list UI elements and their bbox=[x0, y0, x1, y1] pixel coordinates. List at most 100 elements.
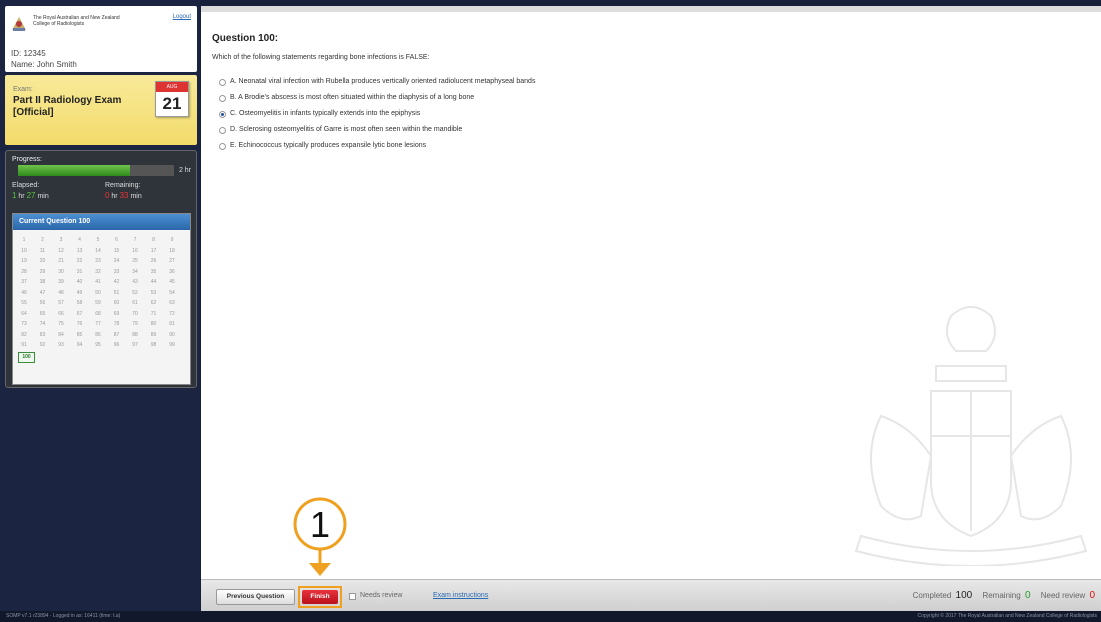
question-number-25[interactable]: 25 bbox=[129, 257, 141, 266]
question-number-8[interactable]: 8 bbox=[148, 236, 160, 245]
question-number-47[interactable]: 47 bbox=[37, 289, 49, 298]
question-number-10[interactable]: 10 bbox=[18, 247, 30, 256]
question-number-13[interactable]: 13 bbox=[74, 247, 86, 256]
question-number-91[interactable]: 91 bbox=[18, 341, 30, 350]
radio-button[interactable] bbox=[219, 79, 226, 86]
question-number-23[interactable]: 23 bbox=[92, 257, 104, 266]
question-number-78[interactable]: 78 bbox=[111, 320, 123, 329]
question-number-51[interactable]: 51 bbox=[111, 289, 123, 298]
question-number-95[interactable]: 95 bbox=[92, 341, 104, 350]
question-number-67[interactable]: 67 bbox=[74, 310, 86, 319]
question-number-63[interactable]: 63 bbox=[166, 299, 178, 308]
question-number-44[interactable]: 44 bbox=[148, 278, 160, 287]
question-number-41[interactable]: 41 bbox=[92, 278, 104, 287]
question-number-14[interactable]: 14 bbox=[92, 247, 104, 256]
radio-button[interactable] bbox=[219, 95, 226, 102]
question-number-79[interactable]: 79 bbox=[129, 320, 141, 329]
needs-review-label[interactable]: Needs review bbox=[360, 592, 402, 599]
question-number-38[interactable]: 38 bbox=[37, 278, 49, 287]
question-number-33[interactable]: 33 bbox=[111, 268, 123, 277]
question-number-50[interactable]: 50 bbox=[92, 289, 104, 298]
question-number-100[interactable]: 100 bbox=[18, 351, 35, 363]
question-number-35[interactable]: 35 bbox=[148, 268, 160, 277]
question-number-90[interactable]: 90 bbox=[166, 331, 178, 340]
question-number-89[interactable]: 89 bbox=[148, 331, 160, 340]
question-number-4[interactable]: 4 bbox=[74, 236, 86, 245]
question-number-66[interactable]: 66 bbox=[55, 310, 67, 319]
question-number-15[interactable]: 15 bbox=[111, 247, 123, 256]
logout-link[interactable]: Logout bbox=[173, 14, 191, 20]
question-number-83[interactable]: 83 bbox=[37, 331, 49, 340]
question-number-80[interactable]: 80 bbox=[148, 320, 160, 329]
question-number-6[interactable]: 6 bbox=[111, 236, 123, 245]
answer-option[interactable]: A. Neonatal viral infection with Rubella… bbox=[219, 78, 819, 90]
answer-option[interactable]: B. A Brodie's abscess is most often situ… bbox=[219, 94, 819, 106]
question-number-77[interactable]: 77 bbox=[92, 320, 104, 329]
question-number-29[interactable]: 29 bbox=[37, 268, 49, 277]
answer-option[interactable]: E. Echinococcus typically produces expan… bbox=[219, 142, 819, 154]
question-number-84[interactable]: 84 bbox=[55, 331, 67, 340]
question-number-55[interactable]: 55 bbox=[18, 299, 30, 308]
question-number-24[interactable]: 24 bbox=[111, 257, 123, 266]
question-number-85[interactable]: 85 bbox=[74, 331, 86, 340]
question-number-75[interactable]: 75 bbox=[55, 320, 67, 329]
question-number-20[interactable]: 20 bbox=[37, 257, 49, 266]
question-number-17[interactable]: 17 bbox=[148, 247, 160, 256]
question-number-70[interactable]: 70 bbox=[129, 310, 141, 319]
question-number-31[interactable]: 31 bbox=[74, 268, 86, 277]
question-number-61[interactable]: 61 bbox=[129, 299, 141, 308]
question-number-3[interactable]: 3 bbox=[55, 236, 67, 245]
radio-button[interactable] bbox=[219, 143, 226, 150]
question-number-96[interactable]: 96 bbox=[111, 341, 123, 350]
question-number-64[interactable]: 64 bbox=[18, 310, 30, 319]
question-number-36[interactable]: 36 bbox=[166, 268, 178, 277]
question-number-12[interactable]: 12 bbox=[55, 247, 67, 256]
question-number-46[interactable]: 46 bbox=[18, 289, 30, 298]
answer-option[interactable]: D. Sclerosing osteomyelitis of Garre is … bbox=[219, 126, 819, 138]
question-number-87[interactable]: 87 bbox=[111, 331, 123, 340]
question-number-56[interactable]: 56 bbox=[37, 299, 49, 308]
question-number-81[interactable]: 81 bbox=[166, 320, 178, 329]
question-number-86[interactable]: 86 bbox=[92, 331, 104, 340]
radio-button[interactable] bbox=[219, 127, 226, 134]
radio-button[interactable] bbox=[219, 111, 226, 118]
question-number-88[interactable]: 88 bbox=[129, 331, 141, 340]
question-number-69[interactable]: 69 bbox=[111, 310, 123, 319]
question-number-99[interactable]: 99 bbox=[166, 341, 178, 350]
question-number-98[interactable]: 98 bbox=[148, 341, 160, 350]
question-number-39[interactable]: 39 bbox=[55, 278, 67, 287]
question-number-40[interactable]: 40 bbox=[74, 278, 86, 287]
question-number-94[interactable]: 94 bbox=[74, 341, 86, 350]
question-number-82[interactable]: 82 bbox=[18, 331, 30, 340]
question-number-93[interactable]: 93 bbox=[55, 341, 67, 350]
question-number-48[interactable]: 48 bbox=[55, 289, 67, 298]
question-number-22[interactable]: 22 bbox=[74, 257, 86, 266]
question-number-2[interactable]: 2 bbox=[37, 236, 49, 245]
question-number-57[interactable]: 57 bbox=[55, 299, 67, 308]
question-number-11[interactable]: 11 bbox=[37, 247, 49, 256]
question-number-26[interactable]: 26 bbox=[148, 257, 160, 266]
question-number-28[interactable]: 28 bbox=[18, 268, 30, 277]
question-number-92[interactable]: 92 bbox=[37, 341, 49, 350]
question-number-34[interactable]: 34 bbox=[129, 268, 141, 277]
question-number-49[interactable]: 49 bbox=[74, 289, 86, 298]
question-number-43[interactable]: 43 bbox=[129, 278, 141, 287]
question-number-59[interactable]: 59 bbox=[92, 299, 104, 308]
question-number-72[interactable]: 72 bbox=[166, 310, 178, 319]
question-number-16[interactable]: 16 bbox=[129, 247, 141, 256]
question-number-1[interactable]: 1 bbox=[18, 236, 30, 245]
answer-option[interactable]: C. Osteomyelitis in infants typically ex… bbox=[219, 110, 819, 122]
question-number-73[interactable]: 73 bbox=[18, 320, 30, 329]
question-number-21[interactable]: 21 bbox=[55, 257, 67, 266]
question-number-19[interactable]: 19 bbox=[18, 257, 30, 266]
question-number-53[interactable]: 53 bbox=[148, 289, 160, 298]
exam-instructions-link[interactable]: Exam instructions bbox=[433, 592, 488, 599]
question-number-97[interactable]: 97 bbox=[129, 341, 141, 350]
question-number-9[interactable]: 9 bbox=[166, 236, 178, 245]
question-number-45[interactable]: 45 bbox=[166, 278, 178, 287]
question-number-5[interactable]: 5 bbox=[92, 236, 104, 245]
question-number-7[interactable]: 7 bbox=[129, 236, 141, 245]
question-number-62[interactable]: 62 bbox=[148, 299, 160, 308]
question-number-37[interactable]: 37 bbox=[18, 278, 30, 287]
question-number-54[interactable]: 54 bbox=[166, 289, 178, 298]
